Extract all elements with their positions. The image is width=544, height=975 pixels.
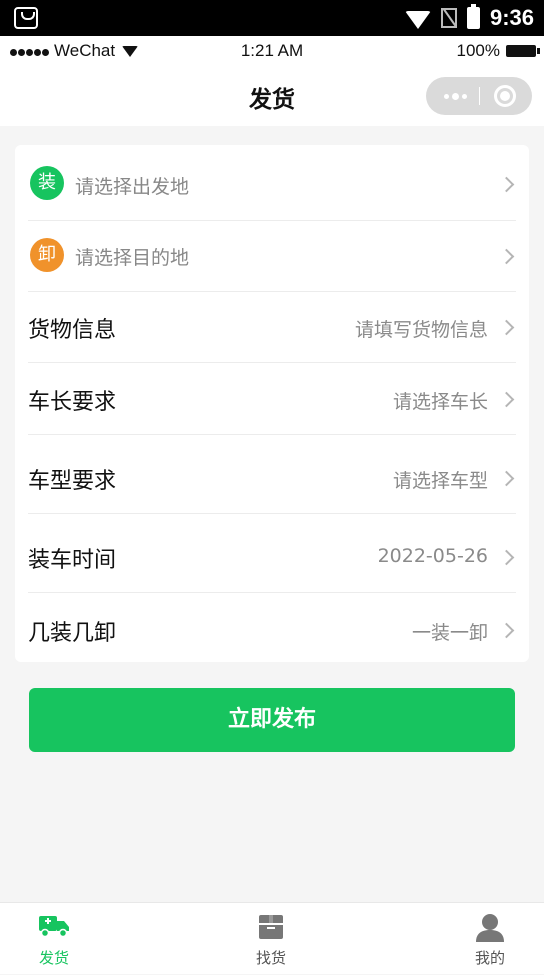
- more-icon[interactable]: [444, 93, 467, 100]
- ios-battery-icon: [506, 45, 540, 57]
- origin-row[interactable]: 装 请选择出发地: [28, 145, 516, 221]
- truck-icon: [39, 916, 69, 938]
- destination-placeholder: 请选择目的地: [75, 247, 190, 269]
- battery-percent: 100%: [456, 41, 500, 60]
- truck-length-label: 车长要求: [28, 390, 117, 415]
- tab-ship-label: 发货: [38, 949, 69, 967]
- unload-tag-icon: 卸: [30, 238, 64, 272]
- navigation-bar: 发货: [0, 66, 544, 126]
- tab-find-cargo[interactable]: 找货: [226, 903, 316, 975]
- chevron-right-icon: [498, 248, 515, 265]
- no-sim-icon: [440, 8, 457, 28]
- cargo-info-row[interactable]: 货物信息 请填写货物信息: [28, 292, 516, 363]
- destination-row[interactable]: 卸 请选择目的地: [28, 221, 516, 292]
- bottom-tab-bar: 发货 找货 我的: [0, 902, 544, 974]
- wifi-icon: [404, 11, 431, 29]
- loading-time-value: 2022-05-26: [377, 545, 488, 567]
- tab-find-cargo-label: 找货: [255, 949, 286, 967]
- chevron-right-icon: [498, 391, 515, 408]
- cargo-box-icon: [259, 915, 283, 939]
- cargo-info-value: 请填写货物信息: [354, 319, 488, 341]
- publish-now-button[interactable]: 立即发布: [29, 688, 515, 752]
- android-status-bar: 9:36: [0, 0, 544, 36]
- cargo-info-label: 货物信息: [28, 318, 117, 343]
- chevron-right-icon: [498, 622, 515, 639]
- miniprogram-capsule: [426, 77, 532, 115]
- load-unload-count-value: 一装一卸: [411, 622, 488, 644]
- truck-type-label: 车型要求: [28, 469, 117, 494]
- user-icon: [476, 914, 504, 942]
- tab-mine-label: 我的: [474, 949, 505, 967]
- tab-mine[interactable]: 我的: [445, 903, 535, 975]
- truck-type-value: 请选择车型: [392, 470, 488, 492]
- truck-type-row[interactable]: 车型要求 请选择车型: [28, 435, 516, 514]
- shipment-form: 装 请选择出发地 卸 请选择目的地 货物信息 请填写货物信息 车长要求 请选择车…: [15, 145, 529, 662]
- chevron-right-icon: [498, 470, 515, 487]
- load-unload-count-row[interactable]: 几装几卸 一装一卸: [28, 593, 516, 662]
- android-clock: 9:36: [489, 5, 534, 30]
- battery-icon: [466, 4, 480, 29]
- notification-app-icon: [14, 7, 38, 29]
- loading-time-row[interactable]: 装车时间 2022-05-26: [28, 514, 516, 593]
- loading-time-label: 装车时间: [28, 548, 117, 573]
- load-unload-count-label: 几装几卸: [28, 621, 117, 646]
- load-tag-icon: 装: [30, 166, 64, 200]
- chevron-right-icon: [498, 176, 515, 193]
- truck-length-value: 请选择车长: [392, 391, 488, 413]
- chevron-right-icon: [498, 549, 515, 566]
- ios-status-bar: WeChat 1:21 AM 100%: [0, 36, 544, 66]
- close-miniprogram-icon[interactable]: [494, 85, 516, 107]
- origin-placeholder: 请选择出发地: [75, 176, 190, 198]
- capsule-divider: [479, 87, 480, 105]
- truck-length-row[interactable]: 车长要求 请选择车长: [28, 363, 516, 435]
- chevron-right-icon: [498, 319, 515, 336]
- tab-ship[interactable]: 发货: [9, 903, 99, 975]
